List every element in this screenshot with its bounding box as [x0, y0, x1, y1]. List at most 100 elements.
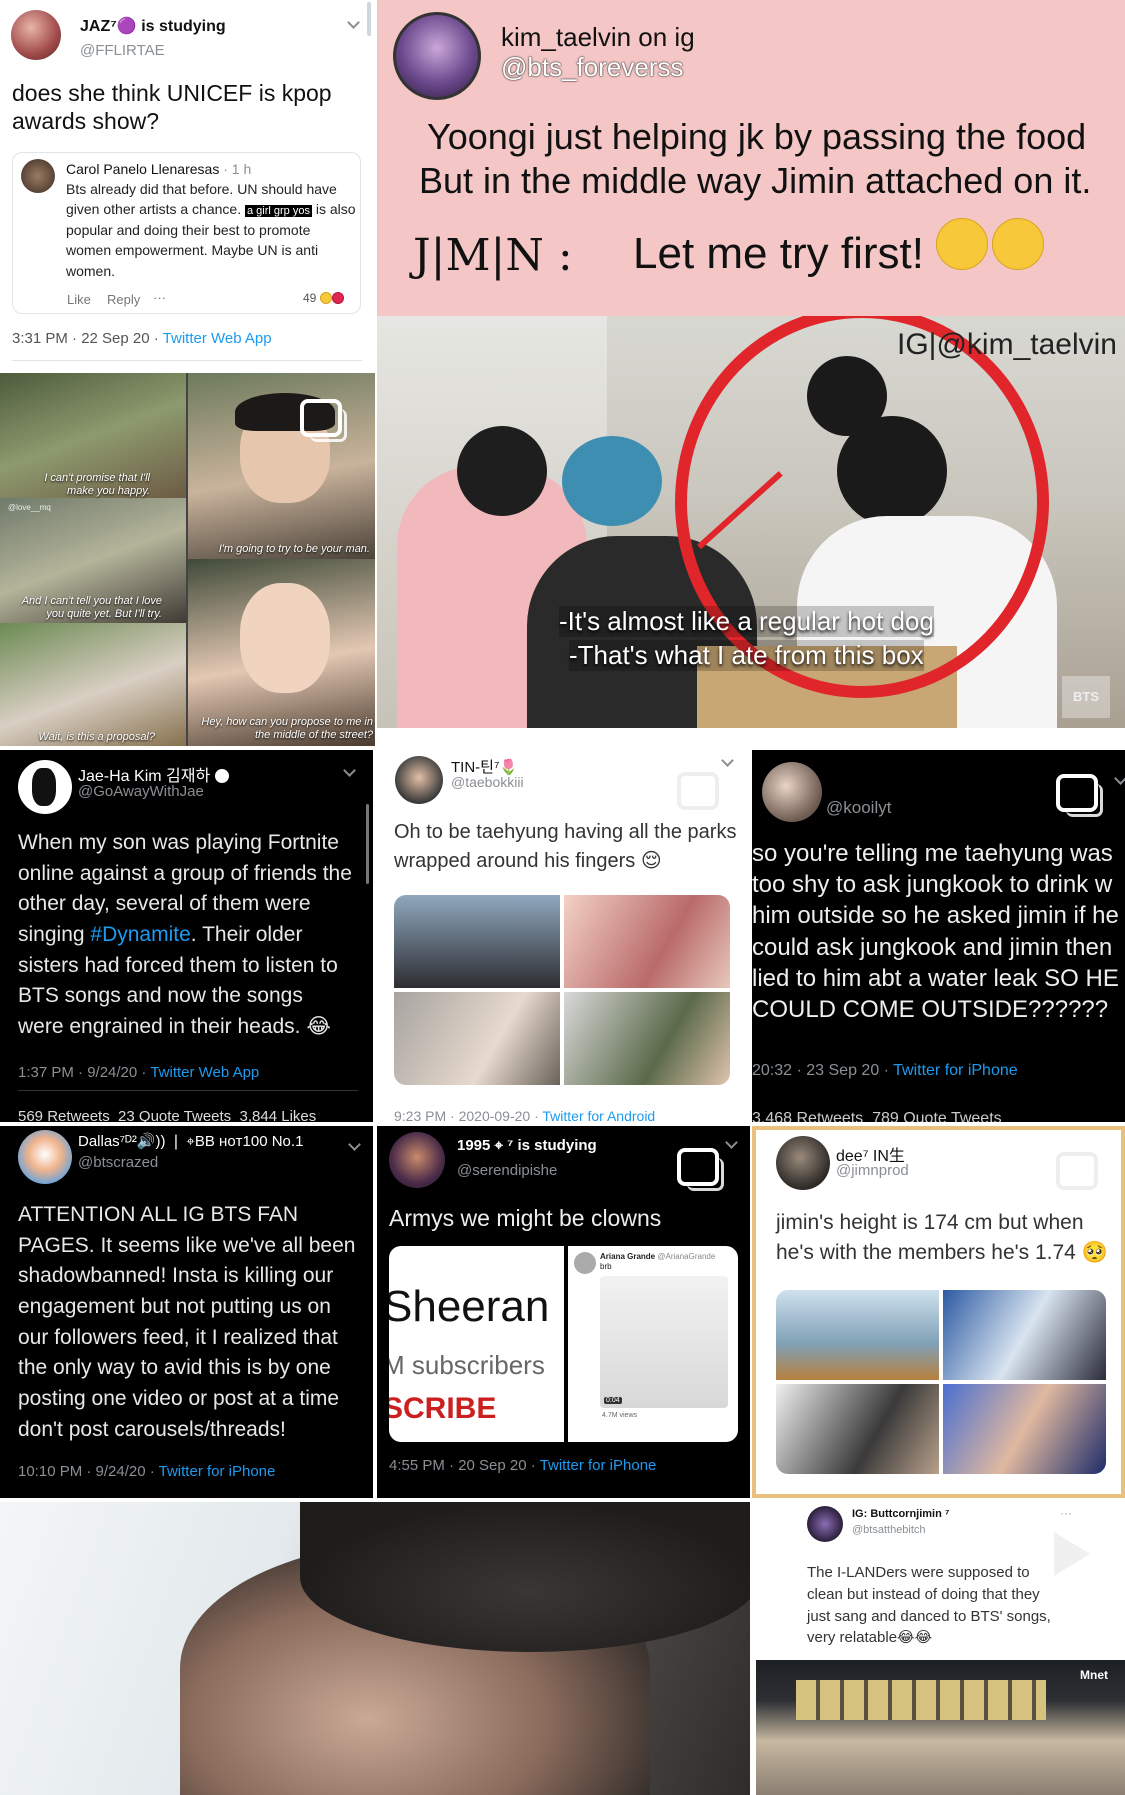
- ariana-tweet-screenshot[interactable]: Ariana Grande @ArianaGrande brb 0:04 4.7…: [568, 1246, 738, 1442]
- kdrama-collage: I can't promise that I'll make you happy…: [0, 373, 375, 746]
- handle[interactable]: @btscrazed: [78, 1154, 158, 1171]
- tweet-kooilyt[interactable]: @kooilyt so you're telling me taehyung w…: [752, 750, 1125, 1122]
- photo-2[interactable]: [564, 895, 730, 988]
- tweet-tin[interactable]: TIN-틴⁷🌷 @taebokkiii Oh to be taehyung ha…: [377, 750, 750, 1122]
- chevron-down-icon[interactable]: [347, 16, 360, 29]
- photo-2[interactable]: [943, 1290, 1106, 1380]
- handle[interactable]: @jimnprod: [836, 1162, 909, 1179]
- avatar[interactable]: [18, 760, 72, 814]
- handle[interactable]: @kooilyt: [826, 798, 891, 818]
- comment-author: Carol Panelo Llenaresas · 1 h: [66, 161, 252, 177]
- chevron-down-icon[interactable]: [1114, 772, 1125, 785]
- photo-grid[interactable]: [394, 895, 730, 1085]
- photo-3[interactable]: [776, 1384, 939, 1474]
- tweet-stats[interactable]: 569 Retweets 23 Quote Tweets 3,844 Likes: [18, 1108, 316, 1122]
- tweet-text: Armys we might be clowns: [389, 1205, 662, 1231]
- tweet-dallas[interactable]: Dallas⁷ᴰ²🔊)) ❘ ⌖BB ʜᴏᴛ100 No.1 @btscraze…: [0, 1126, 373, 1498]
- meme-line-2: But in the middle way Jimin attached on …: [419, 160, 1092, 201]
- tweet-text: The I-LANDers were supposed to clean but…: [807, 1564, 1051, 1647]
- verified-badge-icon: [214, 769, 229, 783]
- tweet-meta: 10:10 PM · 9/24/20 · Twitter for iPhone: [18, 1463, 276, 1480]
- photo-4[interactable]: [564, 992, 730, 1085]
- tweet-jaeha[interactable]: Jae-Ha Kim 김재하 @GoAwayWithJae When my so…: [0, 750, 373, 1122]
- chevron-down-icon[interactable]: [721, 754, 734, 767]
- display-name[interactable]: JAZ⁷🟣 is studying: [80, 16, 226, 36]
- hashtag-link[interactable]: #Dynamite: [90, 923, 190, 946]
- chevron-down-icon[interactable]: [343, 764, 356, 777]
- source-app-link[interactable]: Twitter Web App: [150, 1064, 259, 1081]
- multi-image-icon[interactable]: [1056, 1152, 1103, 1195]
- photo-1[interactable]: [776, 1290, 939, 1380]
- subscriber-count: M subscribers: [389, 1350, 545, 1380]
- jimin-meme-post[interactable]: kim_taelvin on ig @bts_foreverss Yoongi …: [377, 0, 1125, 316]
- reaction-count: 49: [303, 291, 344, 305]
- handle[interactable]: @taebokkiii: [451, 774, 524, 790]
- display-name[interactable]: 1995 ⌖ ⁷ is studying: [457, 1137, 597, 1154]
- display-name[interactable]: Dallas⁷ᴰ²🔊)) ❘ ⌖BB ʜᴏᴛ100 No.1: [78, 1132, 303, 1150]
- scrollbar[interactable]: [366, 804, 369, 884]
- small-watermark: @love__mq: [8, 503, 51, 512]
- tweet-serendipishe[interactable]: 1995 ⌖ ⁷ is studying @serendipishe Armys…: [377, 1126, 750, 1498]
- scrollbar[interactable]: [367, 2, 371, 36]
- tweet-text: so you're telling me taehyung was too sh…: [752, 840, 1119, 1023]
- comment-text: Bts already did that before. UN should h…: [66, 181, 356, 279]
- avatar: [574, 1252, 596, 1274]
- handle[interactable]: @GoAwayWithJae: [78, 783, 204, 800]
- subtitle-line-2: -That's what I ate from this box: [569, 640, 924, 671]
- video-duration: 0:04: [604, 1397, 622, 1404]
- tweet-btsatthebitch[interactable]: IG: Buttcornjimin ⁷ @btsatthebitch ··· T…: [752, 1502, 1125, 1795]
- ig-handle[interactable]: @bts_foreverss: [501, 52, 683, 83]
- tweet-jaz[interactable]: JAZ⁷🟣 is studying @FFLIRTAE does she thi…: [0, 0, 375, 370]
- tweet-text: ATTENTION ALL IG BTS FAN PAGES. It seems…: [18, 1203, 356, 1441]
- caption-5: Hey, how can you propose to me in the mi…: [201, 716, 373, 742]
- avatar[interactable]: [807, 1506, 843, 1542]
- meme-quote: Let me try first!: [633, 218, 1045, 279]
- source-app-link[interactable]: Twitter for iPhone: [159, 1463, 276, 1480]
- youtube-screenshot[interactable]: Sheeran M subscribers SCRIBE: [389, 1246, 564, 1442]
- handle[interactable]: @FFLIRTAE: [80, 42, 165, 59]
- iland-screenshot[interactable]: Mnet: [756, 1660, 1125, 1795]
- photo-grid[interactable]: [776, 1290, 1106, 1474]
- source-app-link[interactable]: Twitter for iPhone: [893, 1062, 1018, 1079]
- photo-3[interactable]: [394, 992, 560, 1085]
- photo-4[interactable]: [943, 1384, 1106, 1474]
- subtitle-line-1: -It's almost like a regular hot dog: [559, 606, 934, 637]
- multi-image-icon[interactable]: [300, 399, 347, 442]
- tweet-text: jimin's height is 174 cm but when he's w…: [776, 1211, 1108, 1265]
- watermark: IG|@kim_taelvin: [897, 328, 1117, 361]
- multi-image-icon[interactable]: [677, 1148, 724, 1191]
- reply-button[interactable]: Reply: [107, 292, 140, 307]
- source-app-link[interactable]: Twitter for Android: [542, 1108, 655, 1122]
- tweet-jimnprod[interactable]: dee⁷ IN生 @jimnprod jimin's height is 174…: [752, 1126, 1125, 1498]
- divider: [12, 360, 362, 361]
- embedded-text: brb: [600, 1262, 612, 1271]
- display-name[interactable]: IG: Buttcornjimin ⁷: [852, 1508, 949, 1520]
- avatar[interactable]: [762, 762, 822, 822]
- avatar: [21, 159, 55, 193]
- source-app-link[interactable]: Twitter Web App: [163, 330, 272, 347]
- tweet-text: does she think UNICEF is kpop awards sho…: [12, 80, 332, 134]
- chevron-down-icon[interactable]: [348, 1138, 361, 1151]
- source-app-link[interactable]: Twitter for iPhone: [540, 1457, 657, 1474]
- avatar[interactable]: [395, 756, 443, 804]
- handle[interactable]: @serendipishe: [457, 1162, 557, 1179]
- caption-1: I can't promise that I'll make you happy…: [44, 472, 150, 498]
- photo-1[interactable]: [394, 895, 560, 988]
- more-icon[interactable]: ···: [153, 290, 166, 305]
- handle[interactable]: @btsatthebitch: [852, 1524, 926, 1536]
- avatar[interactable]: [389, 1132, 445, 1188]
- ig-username[interactable]: kim_taelvin on ig: [501, 22, 695, 53]
- avatar[interactable]: [11, 10, 61, 60]
- subscribe-text: SCRIBE: [389, 1392, 497, 1425]
- blue-hair-head: [562, 436, 662, 526]
- chevron-down-icon[interactable]: [725, 1136, 738, 1149]
- avatar[interactable]: [393, 12, 481, 100]
- more-icon[interactable]: ···: [1060, 1506, 1072, 1520]
- multi-image-icon[interactable]: [1056, 774, 1103, 817]
- avatar[interactable]: [18, 1130, 72, 1184]
- quoted-comment[interactable]: Carol Panelo Llenaresas · 1 h Bts alread…: [12, 152, 361, 314]
- like-button[interactable]: Like: [67, 292, 91, 307]
- avatar[interactable]: [776, 1136, 830, 1190]
- multi-image-icon[interactable]: [677, 772, 724, 815]
- tweet-stats[interactable]: 3,468 Retweets 789 Quote Tweets: [752, 1110, 1002, 1122]
